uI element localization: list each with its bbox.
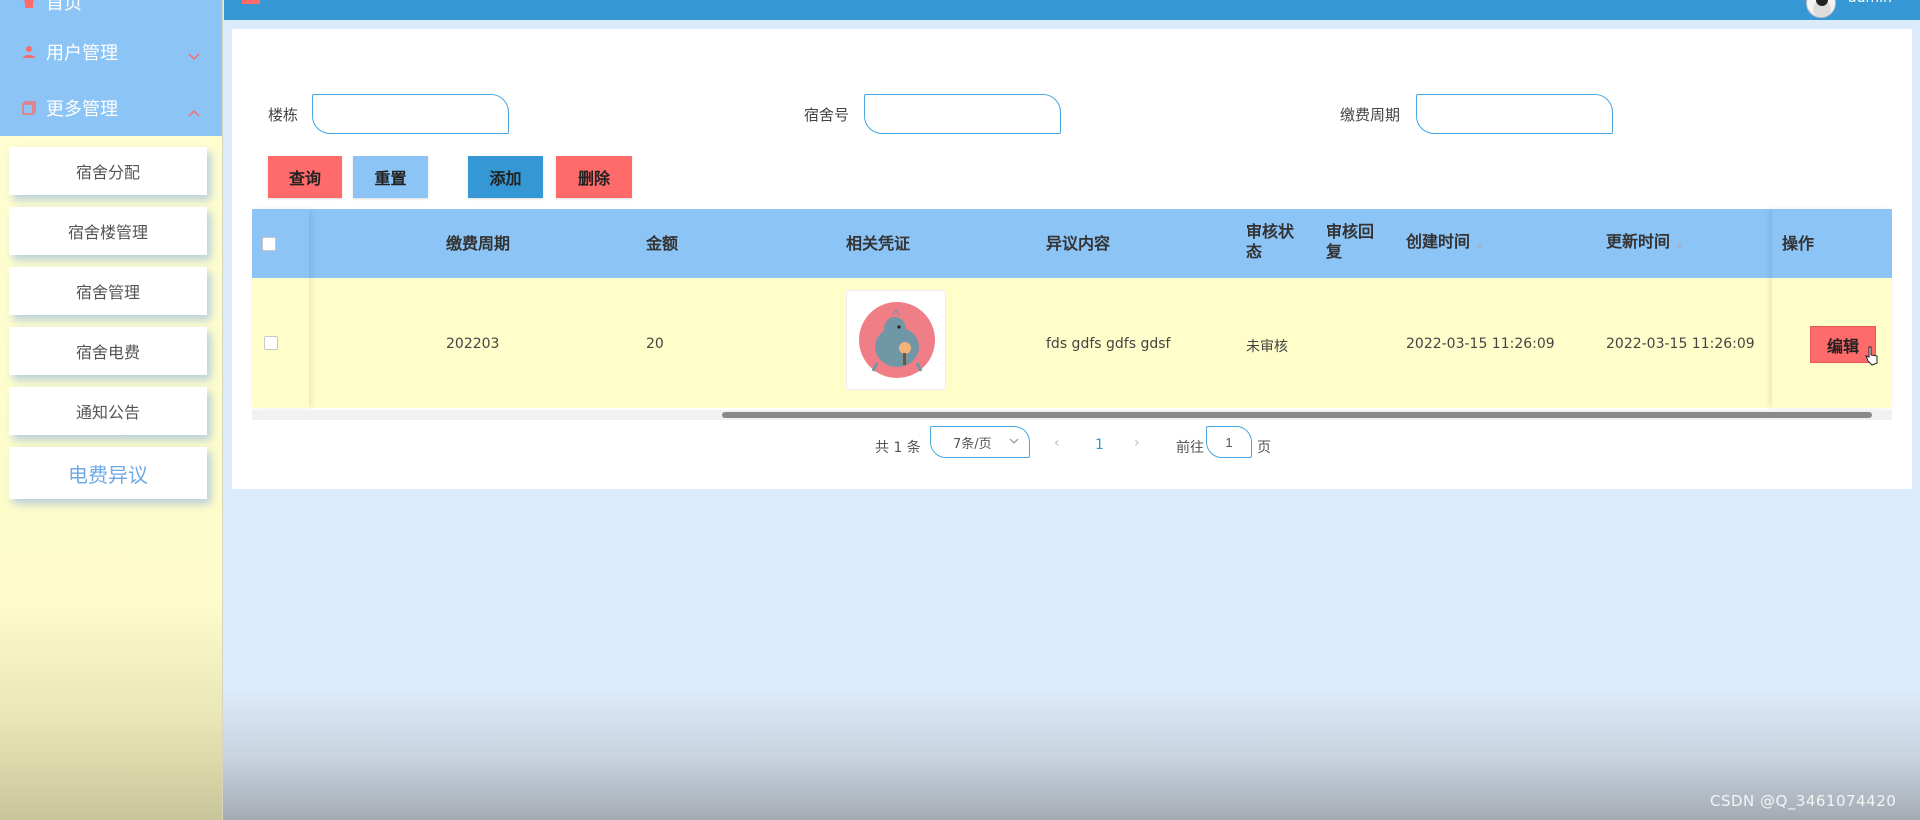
page-size-select[interactable]: 7条/页 xyxy=(930,426,1030,458)
next-page-icon[interactable]: › xyxy=(1134,435,1140,451)
col-voucher: 相关凭证 xyxy=(846,234,911,253)
horizontal-scrollbar[interactable] xyxy=(252,410,1892,420)
watermark: CSDN @Q_3461074420 xyxy=(1710,792,1897,810)
home-icon xyxy=(20,0,38,11)
cell-objection: fds gdfs gdfs gdsf xyxy=(1046,336,1171,352)
col-review-status: 审核状 态 xyxy=(1246,222,1294,262)
main-panel: 楼栋 宿舍号 缴费周期 查询 重置 添加 删除 缴费周期 金额 相关凭证 异议内… xyxy=(232,29,1912,489)
copy-icon xyxy=(20,99,38,117)
sidebar-item-label: 更多管理 xyxy=(46,99,118,120)
fixed-left-column xyxy=(252,209,309,408)
dorm-no-input[interactable] xyxy=(864,94,1061,134)
col-amount: 金额 xyxy=(646,234,679,253)
sidebar-sub-label: 宿舍管理 xyxy=(75,283,140,302)
col-review-status-line2: 态 xyxy=(1246,242,1263,261)
top-header: admin xyxy=(224,0,1920,20)
sidebar-sub-label: 通知公告 xyxy=(75,403,140,422)
page-size-value: 7条/页 xyxy=(953,436,992,452)
page-number-current[interactable]: 1 xyxy=(1095,437,1104,453)
sidebar-sub-label: 宿舍电费 xyxy=(75,343,140,362)
sidebar-item-more-management[interactable]: 更多管理 xyxy=(0,80,222,136)
pagination-total: 共 1 条 xyxy=(875,440,921,456)
sidebar-sub-label: 宿舍分配 xyxy=(75,163,140,182)
building-input[interactable] xyxy=(312,94,509,134)
sidebar-item-label: 用户管理 xyxy=(46,43,118,64)
chevron-up-icon xyxy=(188,101,200,122)
scrollbar-thumb[interactable] xyxy=(722,412,1872,418)
goto-page-input[interactable] xyxy=(1206,426,1252,458)
chevron-down-icon xyxy=(1009,434,1019,449)
sidebar-sub-notice[interactable]: 通知公告 xyxy=(9,387,207,435)
voucher-image[interactable] xyxy=(846,290,946,390)
period-label: 缴费周期 xyxy=(1340,106,1401,124)
sidebar-sub-label: 宿舍楼管理 xyxy=(67,223,148,242)
col-updated-label: 更新时间 xyxy=(1606,232,1671,251)
cell-review-status: 未审核 xyxy=(1246,339,1288,355)
col-objection: 异议内容 xyxy=(1046,234,1111,253)
col-updated[interactable]: 更新时间 ▲ xyxy=(1606,232,1683,255)
col-review-reply-line1: 审核回 xyxy=(1326,222,1375,241)
col-created-label: 创建时间 xyxy=(1406,232,1471,251)
objection-table: 缴费周期 金额 相关凭证 异议内容 审核状 态 审核回 复 创建时间 ▲ 更新时… xyxy=(252,209,1892,420)
building-label: 楼栋 xyxy=(268,106,299,124)
page-unit-label: 页 xyxy=(1257,440,1271,456)
col-created[interactable]: 创建时间 ▲ xyxy=(1406,232,1483,255)
col-review-status-line1: 审核状 xyxy=(1246,222,1295,241)
dorm-no-label: 宿舍号 xyxy=(804,106,850,124)
sort-icon[interactable]: ▲ xyxy=(1676,240,1683,250)
sidebar-sub-building-management[interactable]: 宿舍楼管理 xyxy=(9,207,207,255)
username[interactable]: admin xyxy=(1848,0,1892,6)
delete-button[interactable]: 删除 xyxy=(556,156,632,198)
query-button[interactable]: 查询 xyxy=(268,156,342,198)
prev-page-icon[interactable]: ‹ xyxy=(1054,435,1060,451)
goto-label: 前往 xyxy=(1176,440,1204,456)
sidebar-sub-dorm-electricity[interactable]: 宿舍电费 xyxy=(9,327,207,375)
cell-amount: 20 xyxy=(646,336,664,352)
table-header: 缴费周期 金额 相关凭证 异议内容 审核状 态 审核回 复 创建时间 ▲ 更新时… xyxy=(252,209,1892,278)
sort-icon[interactable]: ▲ xyxy=(1476,240,1483,250)
sidebar-sub-dorm-management[interactable]: 宿舍管理 xyxy=(9,267,207,315)
cell-updated: 2022-03-15 11:26:09 xyxy=(1606,336,1755,352)
table-row: 202203 20 fds gdfs gdfs gdsf 未审核 2022-03… xyxy=(252,278,1892,408)
sidebar-sub-dorm-assignment[interactable]: 宿舍分配 xyxy=(9,147,207,195)
user-icon xyxy=(20,43,38,61)
sidebar: 首页 用户管理 更多管理 宿舍分配 宿舍楼管理 宿舍管理 宿舍电费 通知公告 电… xyxy=(0,0,223,820)
avatar[interactable] xyxy=(1806,0,1836,18)
col-review-reply-line2: 复 xyxy=(1326,242,1343,261)
cell-created: 2022-03-15 11:26:09 xyxy=(1406,336,1555,352)
cell-period: 202203 xyxy=(446,336,500,352)
logo-icon xyxy=(242,0,260,4)
sidebar-sub-electricity-objection[interactable]: 电费异议 xyxy=(9,447,207,499)
col-review-reply: 审核回 复 xyxy=(1326,222,1374,262)
fixed-right-column xyxy=(1772,209,1892,408)
col-period: 缴费周期 xyxy=(446,234,511,253)
sidebar-sub-label: 电费异议 xyxy=(68,462,148,487)
sidebar-item-label: 首页 xyxy=(46,0,82,14)
chevron-down-icon xyxy=(188,45,200,66)
sidebar-item-user-management[interactable]: 用户管理 xyxy=(0,24,222,80)
period-input[interactable] xyxy=(1416,94,1613,134)
reset-button[interactable]: 重置 xyxy=(353,156,428,198)
add-button[interactable]: 添加 xyxy=(468,156,543,198)
